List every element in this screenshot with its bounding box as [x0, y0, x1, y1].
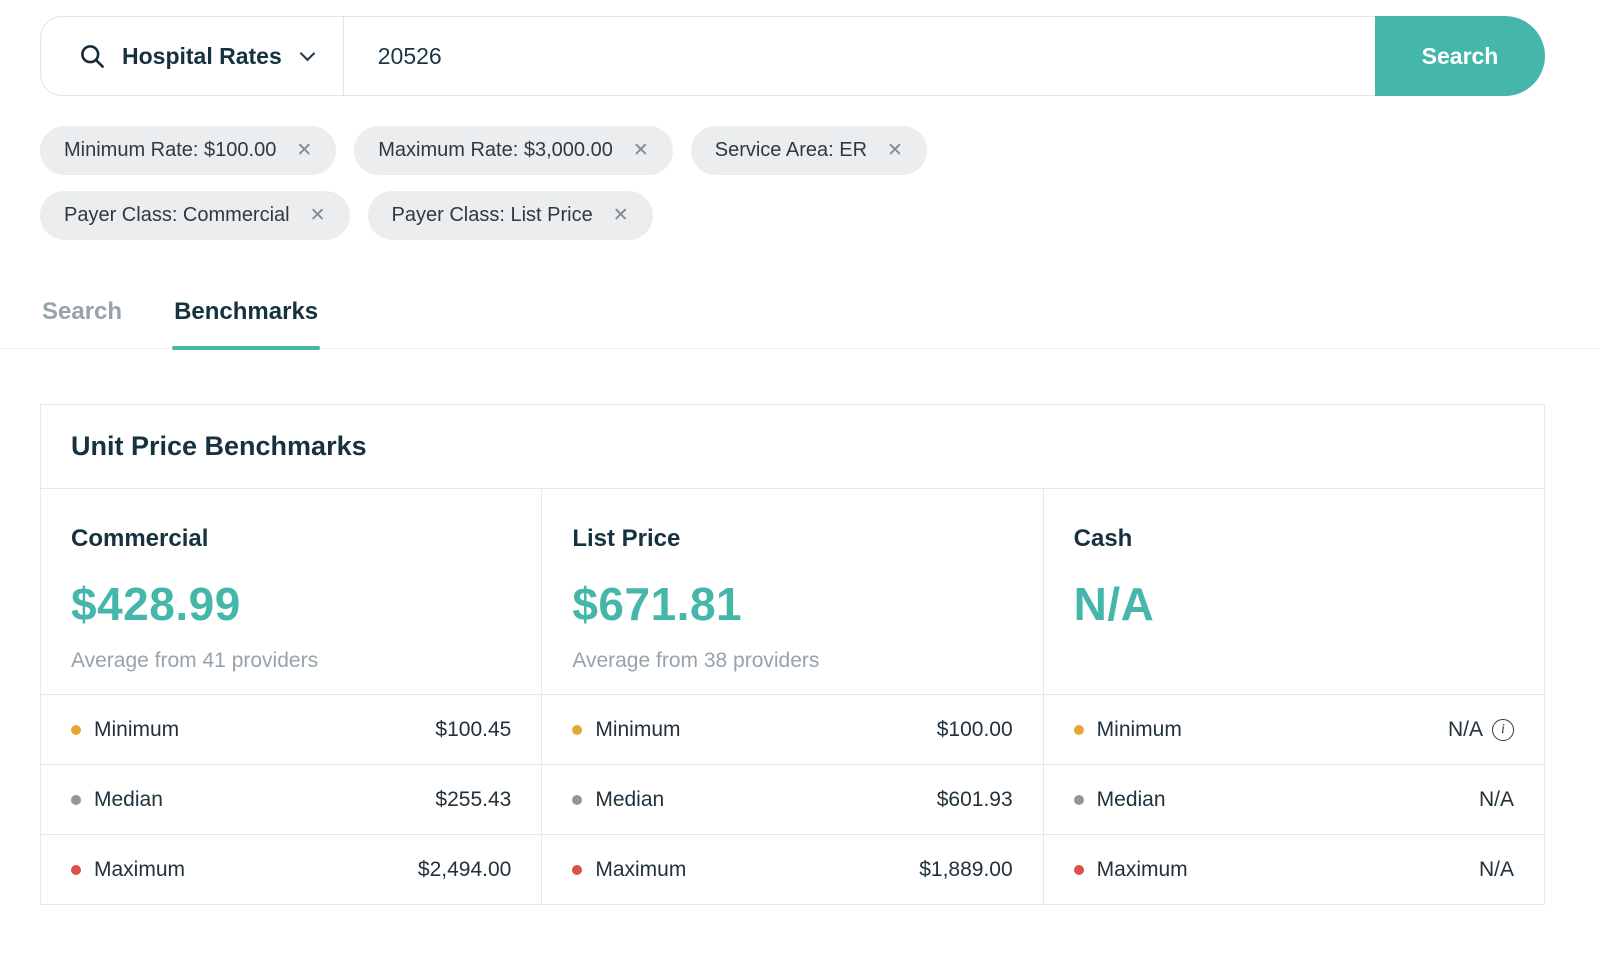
stat-value: N/A [1479, 788, 1514, 812]
category-dropdown[interactable]: Hospital Rates [41, 17, 343, 95]
search-input[interactable] [344, 43, 1375, 70]
stat-row-median: Median $601.93 [542, 764, 1042, 834]
filter-chip-label: Payer Class: Commercial [64, 204, 290, 227]
column-name: Cash [1074, 525, 1514, 553]
column-headline-value: $428.99 [71, 577, 511, 631]
filter-chip: Maximum Rate: $3,000.00 ✕ [354, 126, 672, 175]
column-subtitle: Average from 38 providers [572, 649, 1012, 673]
filter-chip: Payer Class: List Price ✕ [368, 191, 653, 240]
minimum-dot-icon [1074, 725, 1084, 735]
benchmark-column-list-price: List Price $671.81 Average from 38 provi… [541, 489, 1042, 904]
maximum-dot-icon [71, 865, 81, 875]
stat-value: $255.43 [435, 788, 511, 812]
tab-search[interactable]: Search [40, 290, 124, 348]
stat-label: Minimum [1097, 718, 1182, 742]
stat-row-minimum: Minimum N/A i [1044, 694, 1544, 764]
column-head: Commercial $428.99 Average from 41 provi… [41, 489, 541, 694]
minimum-dot-icon [71, 725, 81, 735]
card-body: Commercial $428.99 Average from 41 provi… [41, 489, 1544, 904]
column-head: List Price $671.81 Average from 38 provi… [542, 489, 1042, 694]
filter-chip: Payer Class: Commercial ✕ [40, 191, 350, 240]
column-headline-value: N/A [1074, 577, 1514, 631]
stat-value: $100.00 [937, 718, 1013, 742]
stat-row-maximum: Maximum $1,889.00 [542, 834, 1042, 904]
benchmarks-card: Unit Price Benchmarks Commercial $428.99… [40, 404, 1545, 905]
stat-row-minimum: Minimum $100.00 [542, 694, 1042, 764]
remove-filter-icon[interactable]: ✕ [633, 141, 649, 160]
column-name: Commercial [71, 525, 511, 553]
stat-label: Minimum [595, 718, 680, 742]
remove-filter-icon[interactable]: ✕ [310, 206, 326, 225]
search-button[interactable]: Search [1375, 16, 1545, 96]
stat-label: Median [94, 788, 163, 812]
stat-row-maximum: Maximum N/A [1044, 834, 1544, 904]
remove-filter-icon[interactable]: ✕ [296, 141, 312, 160]
stat-row-maximum: Maximum $2,494.00 [41, 834, 541, 904]
info-icon[interactable]: i [1492, 719, 1514, 741]
stat-label: Maximum [595, 858, 686, 882]
filter-chips: Minimum Rate: $100.00 ✕ Maximum Rate: $3… [40, 126, 1140, 240]
filter-chip-label: Payer Class: List Price [392, 204, 593, 227]
minimum-dot-icon [572, 725, 582, 735]
search-bar: Hospital Rates Search [40, 16, 1545, 96]
benchmark-column-commercial: Commercial $428.99 Average from 41 provi… [41, 489, 541, 904]
column-head: Cash N/A [1044, 489, 1544, 694]
stat-row-median: Median N/A [1044, 764, 1544, 834]
stat-value: $1,889.00 [919, 858, 1012, 882]
chevron-down-icon [299, 45, 315, 61]
filter-chip: Service Area: ER ✕ [691, 126, 927, 175]
remove-filter-icon[interactable]: ✕ [613, 206, 629, 225]
tab-benchmarks[interactable]: Benchmarks [172, 290, 320, 348]
stat-label: Minimum [94, 718, 179, 742]
filter-chip-label: Minimum Rate: $100.00 [64, 139, 276, 162]
stat-label: Median [1097, 788, 1166, 812]
category-label: Hospital Rates [122, 43, 282, 70]
stat-label: Maximum [94, 858, 185, 882]
tab-bar: Search Benchmarks [0, 290, 1600, 349]
column-headline-value: $671.81 [572, 577, 1012, 631]
card-title: Unit Price Benchmarks [41, 405, 1544, 489]
column-name: List Price [572, 525, 1012, 553]
search-icon [79, 43, 106, 70]
maximum-dot-icon [1074, 865, 1084, 875]
search-box: Hospital Rates [40, 16, 1375, 96]
filter-chip-label: Maximum Rate: $3,000.00 [378, 139, 613, 162]
stat-value: $100.45 [435, 718, 511, 742]
stat-label: Maximum [1097, 858, 1188, 882]
stat-row-minimum: Minimum $100.45 [41, 694, 541, 764]
stat-row-median: Median $255.43 [41, 764, 541, 834]
column-subtitle: Average from 41 providers [71, 649, 511, 673]
median-dot-icon [572, 795, 582, 805]
stat-value: $2,494.00 [418, 858, 511, 882]
filter-chip-label: Service Area: ER [715, 139, 867, 162]
filter-chip: Minimum Rate: $100.00 ✕ [40, 126, 336, 175]
benchmark-column-cash: Cash N/A Minimum N/A i Median N/A Maxi [1043, 489, 1544, 904]
stat-value: N/A [1448, 718, 1483, 742]
maximum-dot-icon [572, 865, 582, 875]
column-subtitle [1074, 649, 1514, 673]
stat-value: N/A [1479, 858, 1514, 882]
median-dot-icon [1074, 795, 1084, 805]
stat-label: Median [595, 788, 664, 812]
remove-filter-icon[interactable]: ✕ [887, 141, 903, 160]
median-dot-icon [71, 795, 81, 805]
stat-value: $601.93 [937, 788, 1013, 812]
